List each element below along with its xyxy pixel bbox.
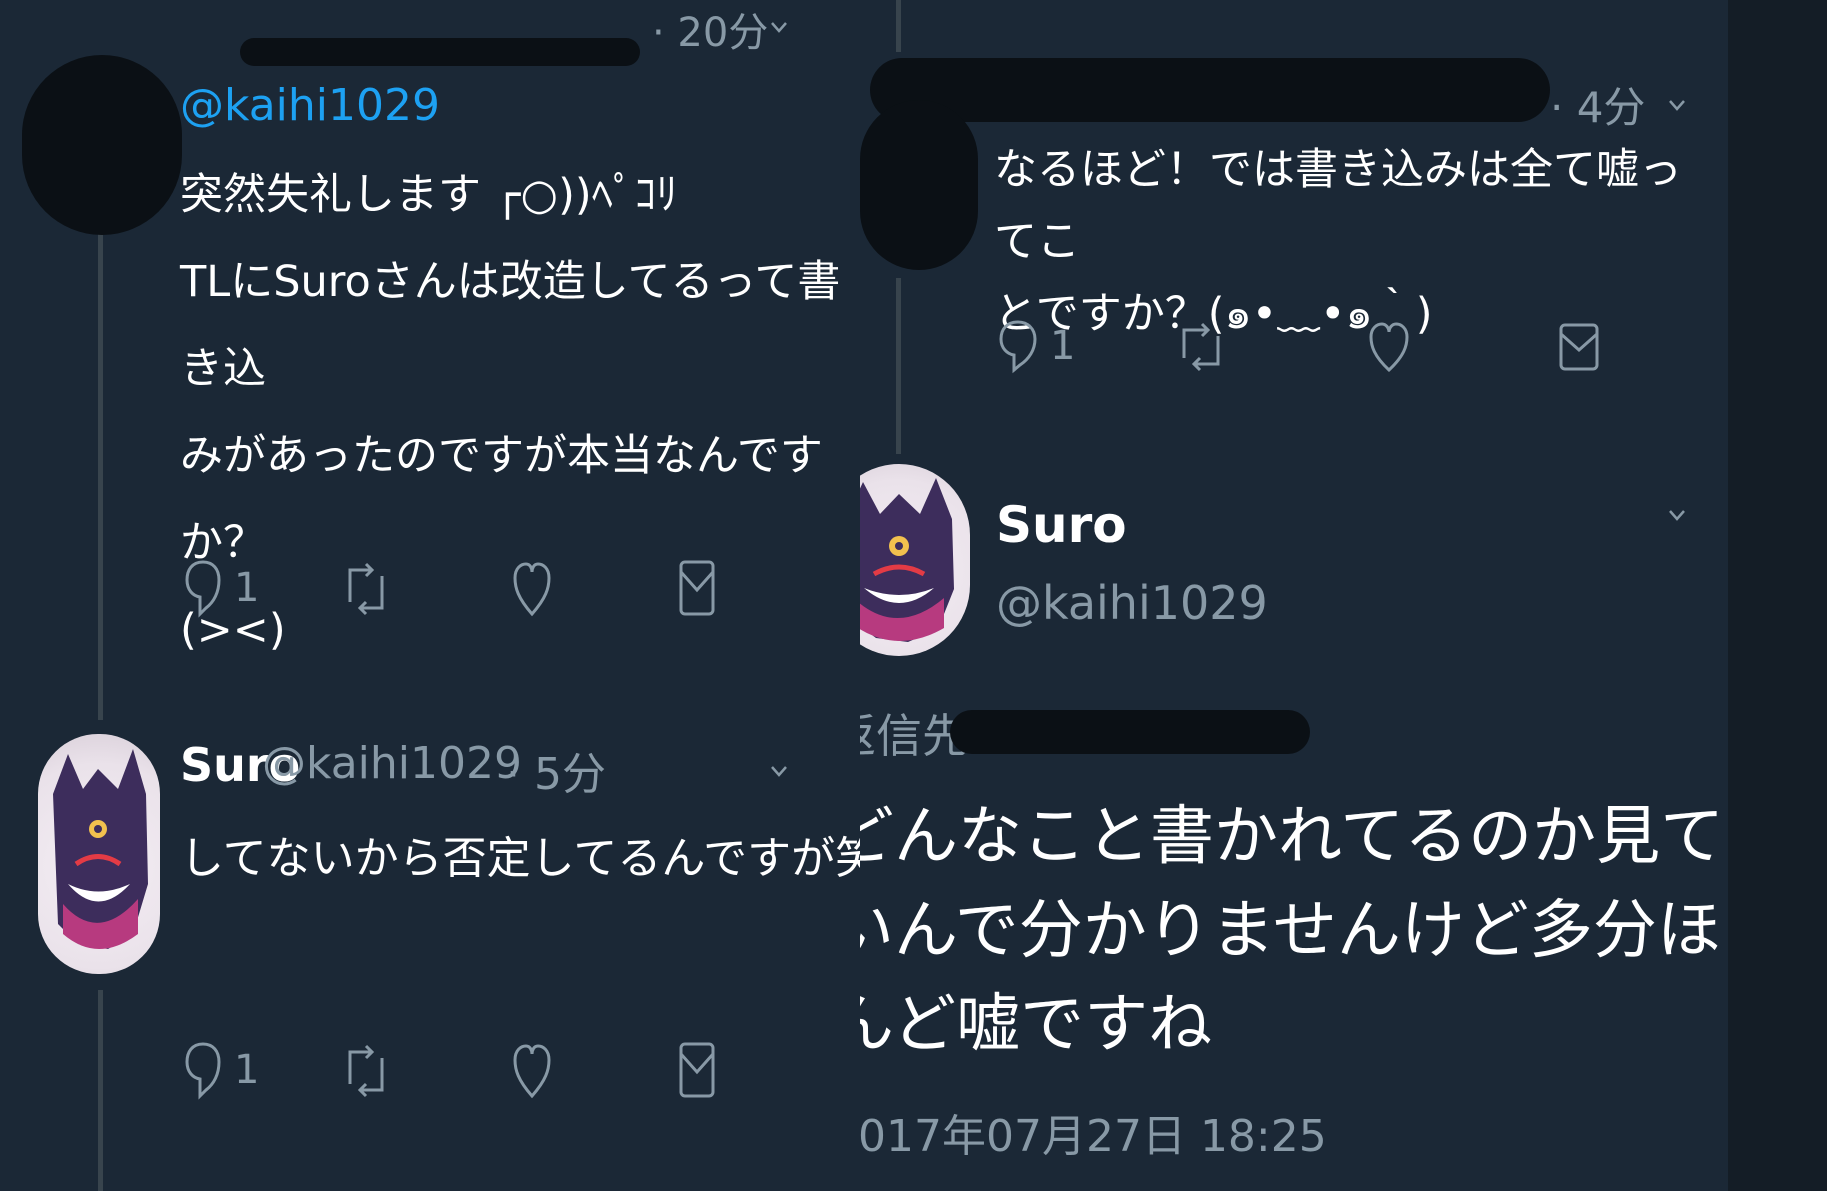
reply-count: 1 — [1050, 323, 1076, 369]
envelope-icon[interactable] — [1558, 322, 1600, 372]
chevron-down-icon[interactable] — [770, 762, 788, 780]
reply-count: 1 — [234, 565, 260, 611]
redacted-name — [240, 38, 640, 66]
heart-icon[interactable] — [512, 558, 552, 620]
reply-icon — [999, 320, 1037, 374]
heart-icon[interactable] — [1368, 320, 1410, 374]
chevron-down-icon[interactable] — [1668, 96, 1686, 114]
redacted-avatar — [860, 100, 978, 270]
tweet-text: どんなこと書かれてるのか見てな いんで分かりませんけど多分ほと んど嘘ですね — [860, 800, 1728, 1062]
thread-line — [896, 278, 901, 454]
retweet-icon[interactable] — [344, 1040, 388, 1102]
chevron-down-icon[interactable] — [1668, 506, 1686, 524]
envelope-icon[interactable] — [678, 1040, 716, 1100]
thread-line — [98, 230, 103, 720]
author-handle[interactable]: @kaihi1029 — [262, 738, 522, 789]
tweet-time: · 4分 — [1550, 83, 1646, 132]
reply-icon — [185, 1042, 221, 1100]
reply-count: 1 — [234, 1047, 260, 1093]
avatar-image — [860, 478, 954, 642]
author-name[interactable]: Suro — [996, 496, 1127, 554]
reply-mention[interactable]: @kaihi1029 — [180, 80, 440, 131]
side-edge — [1728, 0, 1827, 1191]
redacted-avatar — [22, 55, 182, 235]
tweet-time: · 20分 — [652, 10, 769, 56]
avatar[interactable] — [38, 734, 160, 974]
avatar-image — [53, 749, 148, 949]
redacted-reply-target — [950, 710, 1310, 754]
tweet-timestamp: 2017年07月27日 18:25 — [860, 1111, 1327, 1162]
redacted-header — [870, 58, 1550, 122]
heart-icon[interactable] — [512, 1040, 552, 1102]
reply-button[interactable]: 1 — [998, 318, 1075, 374]
tweet-text: なるほど！では書き込みは全て嘘ってこ とですか？(๑•﹏•๑｀) — [994, 145, 1682, 339]
envelope-icon[interactable] — [678, 558, 716, 618]
tweet-time: · 5分 — [506, 749, 606, 800]
left-thread-panel: · 20分 @kaihi1029 突然失礼します ┌○))ﾍﾟｺﾘ TLにSur… — [0, 0, 860, 1191]
retweet-icon[interactable] — [344, 558, 388, 620]
author-handle[interactable]: @kaihi1029 — [996, 576, 1268, 630]
thread-line — [98, 990, 103, 1191]
right-thread-panel: · 4分 なるほど！では書き込みは全て嘘ってこ とですか？(๑•﹏•๑｀) 1 … — [860, 0, 1728, 1191]
reply-icon — [185, 560, 221, 618]
chevron-down-icon[interactable] — [770, 18, 788, 36]
thread-line — [896, 0, 901, 52]
avatar[interactable] — [860, 464, 970, 656]
tweet-text: してないから否定してるんですが笑 — [180, 833, 860, 884]
reply-button[interactable]: 1 — [184, 1040, 259, 1100]
retweet-icon[interactable] — [1178, 320, 1224, 374]
reply-button[interactable]: 1 — [184, 558, 259, 618]
